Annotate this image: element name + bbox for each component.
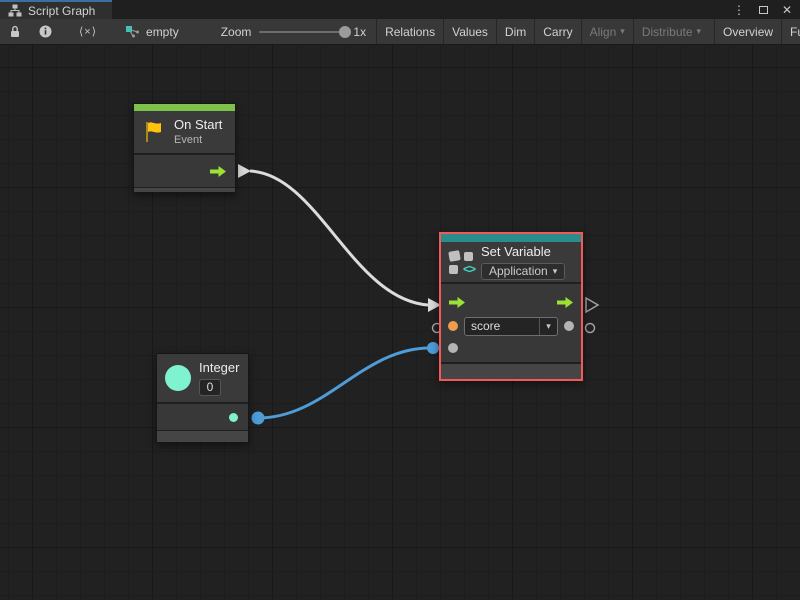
variable-name-field[interactable]: score ▾ — [464, 317, 558, 336]
zoom-label: Zoom — [221, 25, 252, 39]
tab-label: Script Graph — [28, 4, 95, 18]
flow-output-port[interactable] — [556, 296, 574, 309]
flow-input-port[interactable] — [448, 296, 466, 309]
integer-type-icon — [165, 365, 191, 391]
info-icon — [39, 25, 52, 38]
zoom-value: 1x — [353, 25, 366, 39]
value-output-port[interactable] — [564, 321, 574, 331]
node-title: On Start — [174, 117, 222, 133]
set-variable-icon: <> — [449, 251, 474, 274]
breadcrumb-label: empty — [146, 25, 179, 39]
event-accent-bar — [134, 104, 235, 111]
wire-layer — [0, 45, 800, 600]
flag-icon — [142, 120, 166, 144]
node-subtitle: Event — [174, 134, 222, 147]
node-on-start[interactable]: On Start Event — [133, 103, 236, 193]
variable-name-dropdown-button[interactable]: ▾ — [539, 318, 557, 335]
node-title: Integer — [199, 360, 239, 376]
graph-icon — [125, 25, 140, 38]
graph-hierarchy-icon — [8, 4, 22, 17]
zoom-slider[interactable] — [259, 31, 345, 33]
fullscreen-button[interactable]: Full Screen — [781, 19, 800, 44]
overview-button[interactable]: Overview — [714, 19, 781, 44]
dim-button[interactable]: Dim — [496, 19, 534, 44]
lock-button[interactable] — [0, 19, 30, 44]
zoom-slider-handle[interactable] — [339, 26, 351, 38]
window-maximize-icon[interactable] — [759, 6, 768, 14]
title-bar: Script Graph ⋮ ✕ — [0, 0, 800, 19]
code-view-toggle[interactable]: ⟨×⟩ — [61, 19, 115, 44]
tab-script-graph[interactable]: Script Graph — [0, 0, 112, 19]
flow-output-port[interactable] — [209, 165, 227, 178]
relations-button[interactable]: Relations — [376, 19, 443, 44]
flow-output-marker[interactable] — [586, 298, 598, 312]
values-button[interactable]: Values — [443, 19, 496, 44]
chevron-down-icon: ▾ — [553, 267, 558, 276]
node-footer — [441, 364, 581, 379]
graph-canvas[interactable]: On Start Event <> Set Variable Applicati… — [0, 45, 800, 600]
distribute-dropdown-button[interactable]: Distribute ▾ — [633, 19, 709, 44]
align-dropdown-button[interactable]: Align ▾ — [581, 19, 633, 44]
integer-value-field[interactable]: 0 — [199, 379, 221, 396]
value-input-port[interactable] — [448, 343, 458, 353]
graph-toolbar: ⟨×⟩ empty Zoom 1x Relations Values Dim C… — [0, 19, 800, 45]
node-title: Set Variable — [481, 244, 565, 260]
variable-name-input-port[interactable] — [448, 321, 458, 331]
info-button[interactable] — [30, 19, 61, 44]
chevron-down-icon: ▾ — [697, 27, 702, 36]
node-set-variable[interactable]: <> Set Variable Application ▾ — [439, 232, 583, 381]
wire-integer-to-setvariable[interactable] — [258, 348, 430, 418]
lock-icon — [9, 25, 21, 38]
variable-kind-dropdown[interactable]: Application ▾ — [481, 263, 565, 280]
window-menu-icon[interactable]: ⋮ — [733, 4, 745, 16]
graph-breadcrumb[interactable]: empty — [115, 19, 189, 44]
wire-onstart-to-setvariable[interactable] — [250, 171, 428, 305]
chevron-down-icon: ▾ — [620, 27, 625, 36]
value-output-marker[interactable] — [586, 324, 595, 333]
node-footer — [157, 430, 248, 442]
node-footer — [134, 187, 235, 192]
integer-output-port[interactable] — [229, 413, 238, 422]
flow-output-marker[interactable] — [238, 164, 251, 178]
variable-accent-bar — [441, 234, 581, 242]
node-integer[interactable]: Integer 0 — [156, 353, 249, 443]
window-close-icon[interactable]: ✕ — [782, 4, 792, 16]
carry-button[interactable]: Carry — [534, 19, 580, 44]
variable-name-value: score — [465, 319, 539, 333]
